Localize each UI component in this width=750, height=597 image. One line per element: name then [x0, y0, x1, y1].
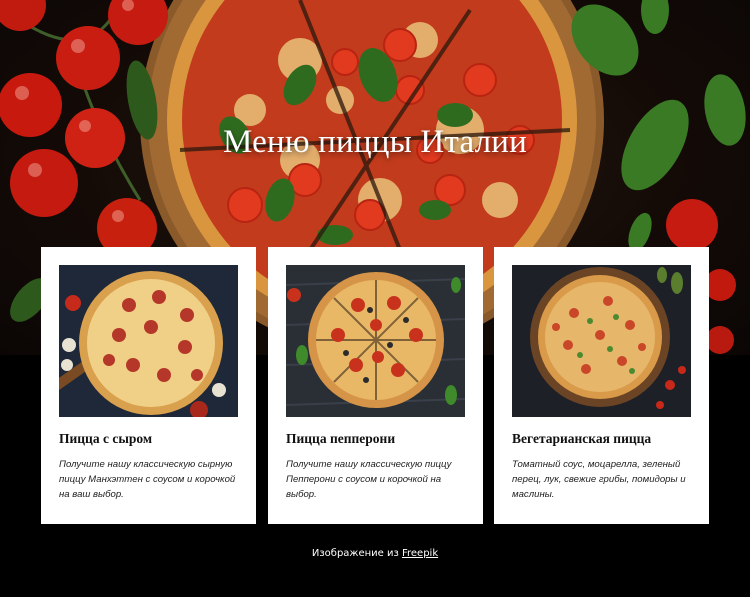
pepperoni-pizza-photo [286, 265, 465, 417]
card-description: Получите нашу классическую сырную пиццу … [59, 459, 236, 500]
image-credit: Изображение из Freepik [0, 548, 750, 559]
cheese-pizza-photo [59, 265, 238, 417]
card-description: Получите нашу классическую пиццу Пепперо… [286, 459, 452, 500]
card-title: Пицца пепперони [286, 431, 396, 446]
credit-prefix: Изображение из [311, 548, 399, 559]
card-title: Пицца с сыром [59, 431, 153, 446]
menu-card-vegetarian[interactable]: Вегетарианская пицца Томатный соус, моца… [494, 247, 709, 524]
freepik-link[interactable]: Freepik [402, 548, 438, 559]
menu-cards: Пицца с сыром Получите нашу классическую… [41, 247, 710, 524]
menu-card-pepperoni[interactable]: Пицца пепперони Получите нашу классическ… [268, 247, 483, 524]
card-description: Томатный соус, моцарелла, зеленый перец,… [512, 459, 686, 500]
page-title: Меню пиццы Италии [223, 124, 527, 160]
menu-card-cheese[interactable]: Пицца с сыром Получите нашу классическую… [41, 247, 256, 524]
vegetarian-pizza-photo [512, 265, 691, 417]
card-title: Вегетарианская пицца [512, 431, 652, 446]
